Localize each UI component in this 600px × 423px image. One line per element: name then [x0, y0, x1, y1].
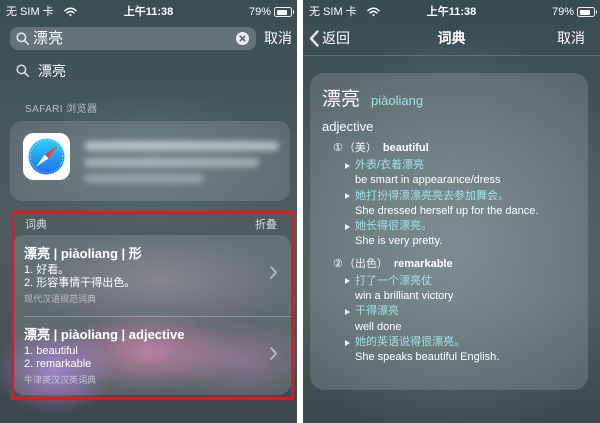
bullet-icon	[345, 162, 350, 169]
sense-gloss: beautiful	[382, 142, 429, 154]
example: 打了一个漂亮仗 win a brilliant victory	[322, 274, 580, 305]
spotlight-search-screen: 无 SIM 卡 上午11:38 79% 漂亮 取消 漂亮 SAFARI 浏览器 …	[0, 0, 297, 423]
suggestion-text: 漂亮	[38, 63, 66, 79]
status-bar: 无 SIM 卡 上午11:38 79%	[303, 0, 600, 22]
page-title: 词典	[437, 30, 466, 46]
status-bar: 无 SIM 卡 上午11:38 79%	[0, 0, 297, 22]
annotation-highlight-box	[11, 211, 294, 400]
battery-tip	[292, 10, 294, 14]
sense-label: （出色）	[343, 257, 388, 270]
example-english: She is very pretty.	[355, 235, 443, 248]
bullet-icon	[345, 223, 350, 230]
sense-header: ① （美） beautiful	[322, 139, 580, 157]
battery-icon	[274, 7, 294, 17]
cancel-button[interactable]: 取消	[264, 29, 292, 47]
battery-percentage: 79%	[248, 6, 271, 18]
example-list: 外表/衣着漂亮 be smart in appearance/dress 她打扮…	[322, 158, 580, 250]
example: 外表/衣着漂亮 be smart in appearance/dress	[322, 158, 580, 189]
safari-section-header: SAFARI 浏览器	[25, 104, 98, 115]
bullet-icon	[345, 193, 350, 200]
example-chinese: 她的英语说得很漂亮。	[355, 335, 465, 348]
definition-card: 漂亮 piàoliang adjective ① （美） beautiful 外…	[310, 73, 588, 390]
example-chinese: 外表/衣着漂亮	[355, 159, 425, 171]
blurred-result-text	[84, 174, 204, 183]
sense-header: ② （出色） remarkable	[322, 255, 580, 273]
safari-icon	[23, 133, 70, 180]
search-suggestion-row[interactable]: 漂亮	[0, 58, 297, 86]
search-field[interactable]: 漂亮	[10, 27, 256, 50]
example: 她的英语说得很漂亮。 She speaks beautiful English.	[322, 335, 580, 366]
sense-gloss: remarkable	[393, 257, 453, 270]
example-list: 打了一个漂亮仗 win a brilliant victory 干得漂亮 wel…	[322, 274, 580, 366]
dictionary-detail-screen: 无 SIM 卡 上午11:38 79% 返回 词典 取消 漂亮 piàolian…	[303, 0, 600, 423]
search-icon	[16, 64, 29, 77]
battery-icon	[577, 7, 597, 17]
search-icon	[16, 32, 29, 45]
example-chinese: 她打扮得漂漂亮亮去参加舞会。	[355, 189, 509, 202]
battery-tip	[595, 10, 597, 14]
sense-label: （美）	[343, 142, 377, 154]
blurred-result-text	[84, 158, 259, 167]
battery-percentage: 79%	[551, 6, 574, 18]
sense-number: ②	[333, 257, 343, 270]
bullet-icon	[345, 278, 350, 285]
battery-level-fill	[579, 9, 590, 15]
sense: ② （出色） remarkable 打了一个漂亮仗 win a brillian…	[322, 255, 580, 366]
example-english: be smart in appearance/dress	[355, 174, 501, 187]
example-chinese: 她长得很漂亮。	[355, 220, 432, 233]
bullet-icon	[345, 339, 350, 346]
bullet-icon	[345, 308, 350, 315]
sense-number: ①	[333, 142, 343, 154]
sense: ① （美） beautiful 外表/衣着漂亮 be smart in appe…	[322, 139, 580, 250]
clear-icon[interactable]	[236, 32, 249, 45]
cancel-button[interactable]: 取消	[557, 29, 585, 47]
example: 干得漂亮 well done	[322, 304, 580, 335]
blurred-result-text	[84, 141, 279, 151]
battery-level-fill	[276, 9, 287, 15]
example-english: She dressed herself up for the dance.	[355, 204, 539, 217]
headword: 漂亮	[322, 89, 361, 110]
pinyin: piàoliang	[371, 93, 424, 108]
example-english: She speaks beautiful English.	[355, 351, 500, 364]
part-of-speech: adjective	[322, 119, 374, 134]
example: 她长得很漂亮。 She is very pretty.	[322, 219, 580, 250]
example: 她打扮得漂漂亮亮去参加舞会。 She dressed herself up fo…	[322, 189, 580, 220]
entry-header: 漂亮 piàoliang	[322, 87, 580, 113]
example-english: well done	[355, 320, 402, 333]
example-chinese: 干得漂亮	[355, 305, 399, 318]
example-english: win a brilliant victory	[355, 290, 454, 303]
search-input-value[interactable]: 漂亮	[33, 30, 63, 47]
safari-result-card[interactable]	[10, 121, 290, 201]
example-chinese: 打了一个漂亮仗	[355, 274, 432, 287]
divider	[303, 55, 600, 56]
